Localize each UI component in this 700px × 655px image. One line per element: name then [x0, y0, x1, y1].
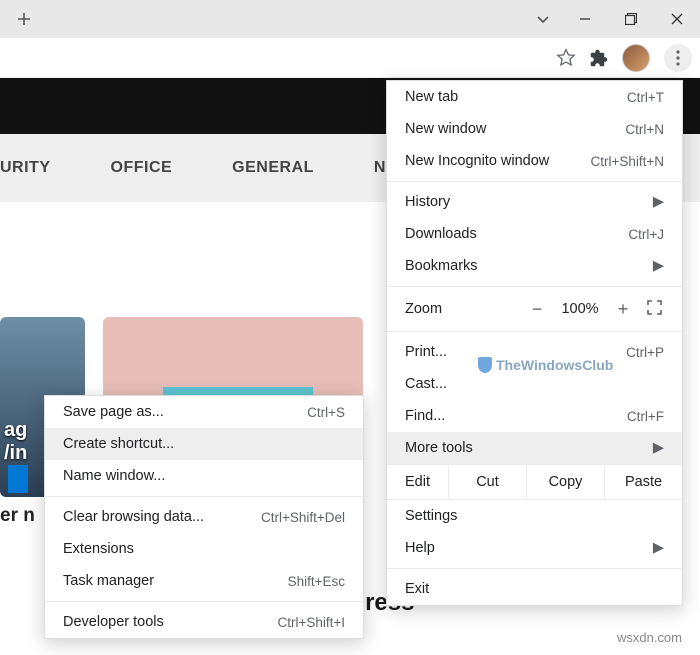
nav-item[interactable]: URITY: [0, 159, 51, 177]
minimize-button[interactable]: [562, 0, 608, 38]
edit-label: Edit: [387, 474, 448, 490]
edit-cut-button[interactable]: Cut: [448, 465, 526, 499]
windows-icon: [8, 465, 28, 493]
menu-settings[interactable]: Settings: [387, 500, 682, 532]
edit-paste-button[interactable]: Paste: [604, 465, 682, 499]
submenu-task-manager[interactable]: Task managerShift+Esc: [45, 565, 363, 597]
zoom-label: Zoom: [405, 301, 520, 317]
card-text: ag: [4, 419, 27, 442]
image-watermark: wsxdn.com: [617, 630, 682, 645]
menu-new-window[interactable]: New windowCtrl+N: [387, 113, 682, 145]
new-tab-button[interactable]: [10, 5, 38, 33]
edit-copy-button[interactable]: Copy: [526, 465, 604, 499]
window-titlebar: [0, 0, 700, 38]
submenu-extensions[interactable]: Extensions: [45, 533, 363, 565]
menu-downloads[interactable]: DownloadsCtrl+J: [387, 218, 682, 250]
submenu-create-shortcut[interactable]: Create shortcut...: [45, 428, 363, 460]
submenu-arrow-icon: ▶: [653, 440, 664, 456]
menu-bookmarks[interactable]: Bookmarks▶: [387, 250, 682, 282]
zoom-out-button[interactable]: −: [520, 299, 554, 320]
submenu-name-window[interactable]: Name window...: [45, 460, 363, 492]
menu-history[interactable]: History▶: [387, 186, 682, 218]
browser-toolbar: [0, 38, 700, 78]
nav-item[interactable]: GENERAL: [232, 159, 314, 177]
profile-avatar[interactable]: [622, 44, 650, 72]
submenu-clear-data[interactable]: Clear browsing data...Ctrl+Shift+Del: [45, 501, 363, 533]
submenu-developer-tools[interactable]: Developer toolsCtrl+Shift+I: [45, 606, 363, 638]
menu-new-tab[interactable]: New tabCtrl+T: [387, 81, 682, 113]
fullscreen-button[interactable]: [640, 300, 668, 319]
tab-dropdown-button[interactable]: [524, 0, 562, 38]
maximize-button[interactable]: [608, 0, 654, 38]
article-title-partial: er n: [0, 497, 35, 527]
more-menu-button[interactable]: [664, 44, 692, 72]
card-text: /in: [4, 442, 27, 465]
watermark-logo: TheWindowsClub: [478, 357, 613, 373]
submenu-arrow-icon: ▶: [653, 258, 664, 274]
menu-find[interactable]: Find...Ctrl+F: [387, 400, 682, 432]
menu-more-tools[interactable]: More tools▶: [387, 432, 682, 464]
close-button[interactable]: [654, 0, 700, 38]
zoom-in-button[interactable]: +: [606, 299, 640, 320]
submenu-arrow-icon: ▶: [653, 194, 664, 210]
submenu-arrow-icon: ▶: [653, 540, 664, 556]
menu-zoom-row: Zoom − 100% +: [387, 291, 682, 327]
extensions-icon[interactable]: [590, 49, 608, 67]
zoom-value: 100%: [554, 301, 606, 317]
menu-edit-row: Edit Cut Copy Paste: [387, 464, 682, 500]
menu-new-incognito[interactable]: New Incognito windowCtrl+Shift+N: [387, 145, 682, 177]
nav-item[interactable]: OFFICE: [111, 159, 173, 177]
submenu-save-page[interactable]: Save page as...Ctrl+S: [45, 396, 363, 428]
menu-help[interactable]: Help▶: [387, 532, 682, 564]
chrome-main-menu: New tabCtrl+T New windowCtrl+N New Incog…: [386, 80, 683, 606]
bookmark-star-icon[interactable]: [556, 48, 576, 68]
more-tools-submenu: Save page as...Ctrl+S Create shortcut...…: [44, 395, 364, 639]
menu-exit[interactable]: Exit: [387, 573, 682, 605]
